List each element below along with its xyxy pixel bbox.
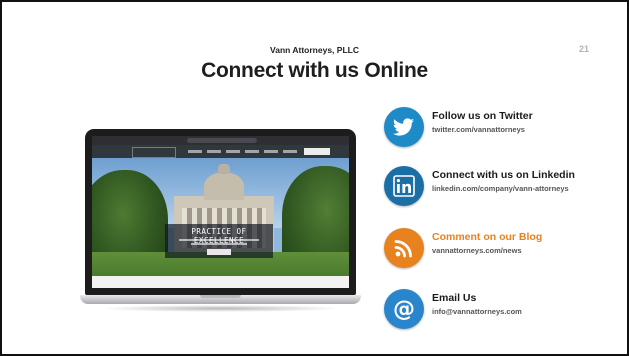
hero-button <box>207 249 231 255</box>
hero-banner: PRACTICE OF EXCELLENCE <box>165 224 273 258</box>
linkedin-icon[interactable] <box>384 166 424 206</box>
contact-label: Comment on our Blog <box>432 231 543 243</box>
capitol-dome <box>204 172 244 200</box>
at-sign-icon[interactable]: @ <box>384 289 424 329</box>
contact-url[interactable]: twitter.com/vannattorneys <box>432 125 525 134</box>
website-screenshot: PRACTICE OF EXCELLENCE <box>92 136 349 288</box>
contact-blog[interactable]: Comment on our Blog vannattorneys.com/ne… <box>384 228 624 272</box>
address-bar <box>187 138 257 143</box>
svg-text:@: @ <box>393 297 415 322</box>
slide-title: Connect with us Online <box>201 59 428 82</box>
contact-url[interactable]: info@vannattorneys.com <box>432 307 522 316</box>
website-nav-links <box>188 150 298 153</box>
twitter-bird-icon[interactable] <box>384 107 424 147</box>
presentation-slide: Vann Attorneys, PLLC Connect with us Onl… <box>0 0 629 356</box>
website-nav-button <box>304 148 330 155</box>
website-logo <box>132 147 176 158</box>
laptop-mockup: PRACTICE OF EXCELLENCE <box>80 129 361 314</box>
organization-name: Vann Attorneys, PLLC <box>270 45 359 55</box>
page-number: 21 <box>579 44 590 54</box>
contact-email[interactable]: @ Email Us info@vannattorneys.com <box>384 289 624 333</box>
website-nav <box>92 145 349 158</box>
contact-label: Connect with us on Linkedin <box>432 169 575 181</box>
contact-url[interactable]: linkedin.com/company/vann-attorneys <box>432 184 569 193</box>
contact-linkedin[interactable]: Connect with us on Linkedin linkedin.com… <box>384 166 624 210</box>
contact-url[interactable]: vannattorneys.com/news <box>432 246 522 255</box>
browser-toolbar <box>92 136 349 145</box>
laptop-bezel: PRACTICE OF EXCELLENCE <box>85 129 356 295</box>
rss-feed-icon[interactable] <box>384 228 424 268</box>
contact-label: Email Us <box>432 292 477 304</box>
contact-twitter[interactable]: Follow us on Twitter twitter.com/vannatt… <box>384 107 624 151</box>
contact-label: Follow us on Twitter <box>432 110 533 122</box>
